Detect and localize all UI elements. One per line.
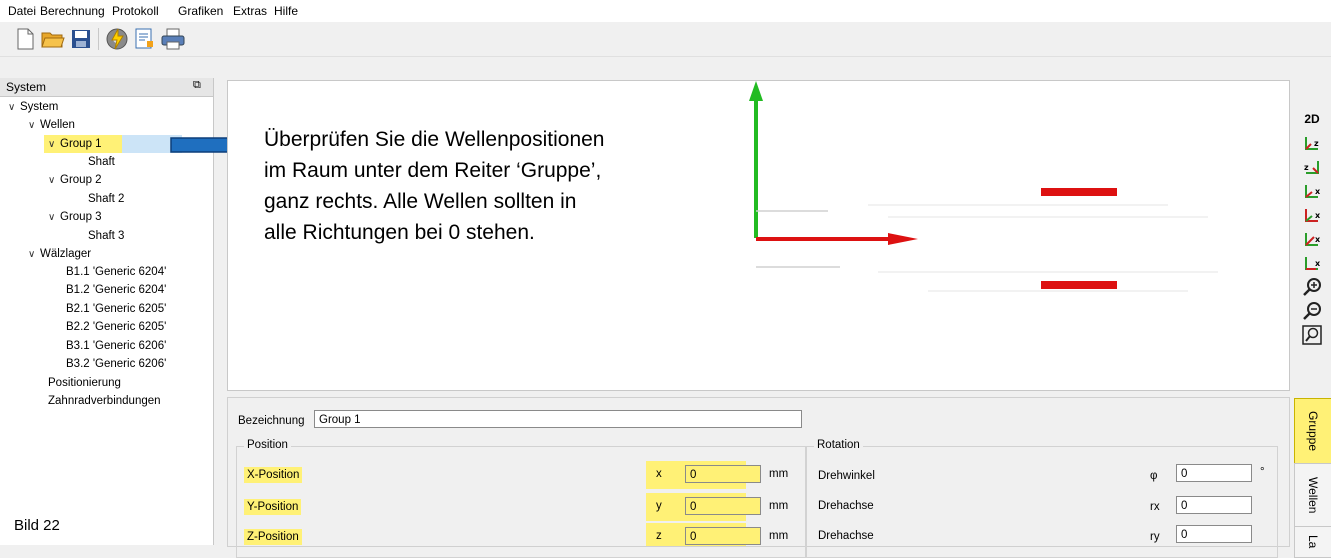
view-zx-icon[interactable]: x: [1299, 180, 1325, 202]
tree-item-shaft-2[interactable]: Shaft 2: [88, 190, 124, 208]
chevron-down-icon[interactable]: ∨: [48, 136, 60, 154]
z-position-label: Z-Position: [244, 529, 302, 545]
position-group-title: Position: [244, 439, 291, 451]
svg-text:x: x: [1315, 187, 1321, 196]
view-yx-icon[interactable]: x: [1299, 252, 1325, 274]
menu-protokoll[interactable]: Protokoll: [112, 4, 159, 18]
ry-symbol: ry: [1150, 531, 1160, 543]
bezeichnung-input[interactable]: Group 1: [314, 410, 802, 428]
z-unit: mm: [769, 530, 789, 542]
x-position-input[interactable]: 0: [685, 465, 761, 483]
annotation-line: alle Richtungen bei 0 stehen.: [264, 221, 535, 244]
tree-item-system[interactable]: ∨ System: [8, 98, 58, 116]
menu-berechnung[interactable]: Berechnung: [40, 4, 105, 18]
menu-hilfe[interactable]: Hilfe: [274, 4, 298, 18]
float-panel-icon[interactable]: ⧉: [193, 79, 201, 92]
drehachse-ry-label: Drehachse: [818, 530, 874, 542]
tree-item-bearing[interactable]: B2.1 'Generic 6205': [66, 300, 166, 318]
tree-item-group-2[interactable]: ∨ Group 2: [48, 171, 102, 189]
svg-text:x: x: [1315, 235, 1321, 244]
svg-text:x: x: [1315, 259, 1321, 268]
tree-item-group-3[interactable]: ∨ Group 3: [48, 208, 102, 226]
menu-extras[interactable]: Extras: [233, 4, 267, 18]
y-unit: mm: [769, 500, 789, 512]
chevron-down-icon[interactable]: ∨: [8, 99, 20, 117]
new-file-icon[interactable]: [12, 26, 38, 52]
zoom-out-icon[interactable]: [1299, 300, 1325, 322]
phi-symbol: φ: [1150, 470, 1158, 482]
x-position-label: X-Position: [244, 467, 303, 483]
tree-item-group-1[interactable]: ∨ Group 1: [44, 135, 122, 153]
drehachse-rx-label: Drehachse: [818, 500, 874, 512]
2d-view-button[interactable]: 2D: [1299, 108, 1325, 130]
annotation-line: Überprüfen Sie die Wellenpositionen: [264, 128, 605, 151]
bezeichnung-label: Bezeichnung: [238, 415, 305, 427]
svg-text:z: z: [1314, 139, 1319, 148]
tree-item-bearing[interactable]: B1.2 'Generic 6204': [66, 281, 166, 299]
properties-panel: Bezeichnung Group 1 Position X-Position …: [227, 397, 1290, 558]
system-panel-header: System ⧉: [0, 78, 213, 97]
tree-item-positionierung[interactable]: Positionierung: [48, 374, 121, 392]
chevron-down-icon[interactable]: ∨: [48, 172, 60, 190]
save-icon[interactable]: [68, 26, 94, 52]
tree-item-bearing[interactable]: B3.1 'Generic 6206': [66, 337, 166, 355]
rotation-group-title: Rotation: [814, 439, 863, 451]
zoom-fit-icon[interactable]: [1299, 324, 1325, 346]
y-position-label: Y-Position: [244, 499, 302, 515]
x-unit: mm: [769, 468, 789, 480]
tab-lager[interactable]: La: [1294, 526, 1331, 558]
drehachse-rx-input[interactable]: 0: [1176, 496, 1252, 514]
tab-gruppe[interactable]: Gruppe: [1294, 398, 1331, 464]
chevron-down-icon[interactable]: ∨: [28, 246, 40, 264]
tree-item-wellen[interactable]: ∨ Wellen: [28, 116, 75, 134]
report-icon[interactable]: [132, 26, 158, 52]
tab-wellen[interactable]: Wellen: [1294, 463, 1331, 527]
chevron-down-icon[interactable]: ∨: [28, 117, 40, 135]
calculate-icon[interactable]: [104, 26, 130, 52]
tree-item-waelzlager[interactable]: ∨ Wälzlager: [28, 245, 91, 263]
open-folder-icon[interactable]: [40, 26, 66, 52]
tree-item-bearing[interactable]: B2.2 'Generic 6205': [66, 318, 166, 336]
annotation-line: im Raum unter dem Reiter ‘Gruppe’,: [264, 159, 602, 182]
y-position-input[interactable]: 0: [685, 497, 761, 515]
view-toolbar: 2D z z x x x x: [1293, 80, 1331, 370]
drehwinkel-input[interactable]: 0: [1176, 464, 1252, 482]
view-iso-icon[interactable]: x: [1299, 228, 1325, 250]
tree-item-shaft[interactable]: Shaft: [88, 153, 115, 171]
menu-grafiken[interactable]: Grafiken: [178, 4, 223, 18]
menu-datei[interactable]: Datei: [8, 4, 36, 18]
tree-item-zahnradverbindungen[interactable]: Zahnradverbindungen: [48, 392, 161, 410]
svg-text:z: z: [1304, 163, 1309, 172]
degree-unit: °: [1260, 466, 1265, 478]
figure-label: Bild 22: [14, 517, 60, 534]
tree-item-bearing[interactable]: B3.2 'Generic 6206': [66, 355, 166, 373]
svg-text:x: x: [1315, 211, 1321, 220]
y-symbol: y: [656, 500, 662, 512]
zoom-in-icon[interactable]: [1299, 276, 1325, 298]
annotation-line: ganz rechts. Alle Wellen sollten in: [264, 190, 577, 213]
annotation-text: Überprüfen Sie die Wellenpositionen im R…: [264, 124, 605, 248]
view-yz-icon[interactable]: z: [1299, 132, 1325, 154]
rx-symbol: rx: [1150, 501, 1160, 513]
view-xz-icon[interactable]: x: [1299, 204, 1325, 226]
chevron-down-icon[interactable]: ∨: [48, 209, 60, 227]
view-zy-icon[interactable]: z: [1299, 156, 1325, 178]
system-panel-title: System: [6, 80, 47, 94]
z-symbol: z: [656, 530, 662, 542]
toolbar: [0, 22, 1331, 57]
drehachse-ry-input[interactable]: 0: [1176, 525, 1252, 543]
tree-item-shaft-3[interactable]: Shaft 3: [88, 227, 124, 245]
tree-item-bearing[interactable]: B1.1 'Generic 6204': [66, 263, 166, 281]
z-position-input[interactable]: 0: [685, 527, 761, 545]
x-symbol: x: [656, 468, 662, 480]
menu-bar: Datei Berechnung Protokoll Grafiken Extr…: [0, 0, 1331, 22]
3d-viewport[interactable]: Überprüfen Sie die Wellenpositionen im R…: [227, 80, 1290, 391]
print-icon[interactable]: [160, 26, 186, 52]
drehwinkel-label: Drehwinkel: [818, 470, 875, 482]
